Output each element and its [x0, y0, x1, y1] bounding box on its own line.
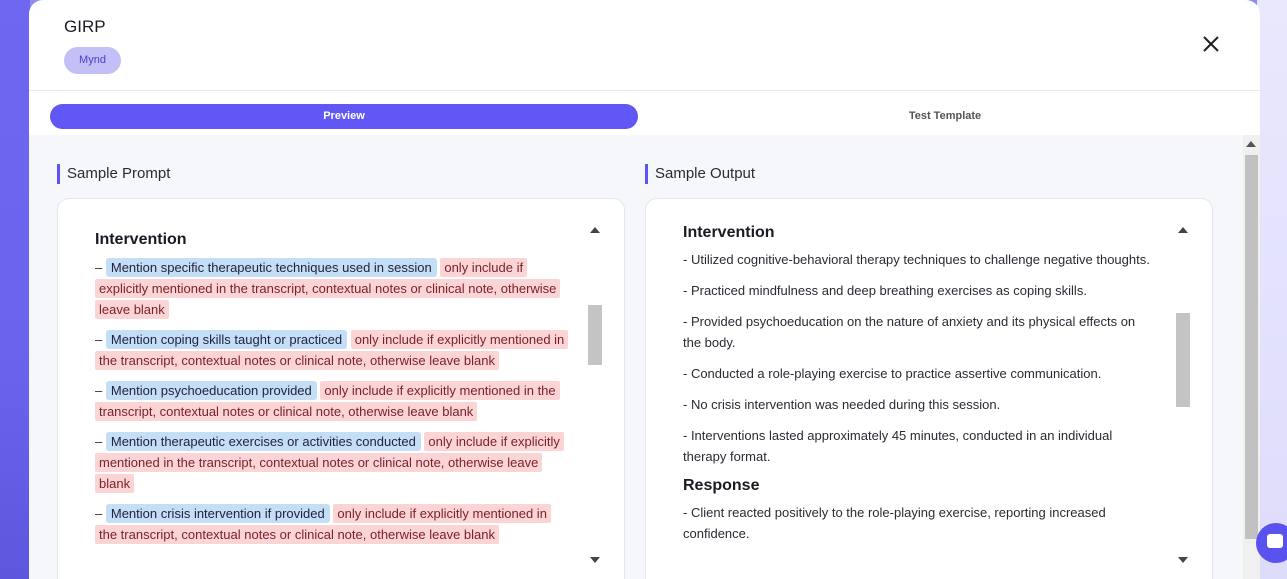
output-line: - Interventions lasted approximately 45 … [683, 428, 1113, 464]
instruction-highlight: Mention specific therapeutic techniques … [105, 258, 437, 277]
dash: – [95, 434, 103, 449]
template-modal: GIRP Mynd Preview Test Template Sample P… [29, 0, 1260, 579]
instruction-highlight: Mention psychoeducation provided [105, 381, 317, 400]
scroll-up-icon[interactable] [1178, 227, 1188, 233]
prompt-item: – Mention psychoeducation provided only … [95, 380, 565, 422]
output-line: - Provided psychoeducation on the nature… [683, 314, 1136, 350]
sample-output-text: Intervention - Utilized cognitive-behavi… [683, 224, 1153, 554]
scroll-up-icon[interactable] [1246, 141, 1256, 147]
sample-prompt-text: Intervention – Mention specific therapeu… [95, 231, 569, 554]
scroll-thumb[interactable] [1245, 155, 1258, 539]
dash: – [95, 260, 103, 275]
background-right [1257, 0, 1287, 579]
sample-output-card: Intervention - Utilized cognitive-behavi… [645, 198, 1213, 579]
output-line: - Practiced mindfulness and deep breathi… [683, 283, 1087, 298]
modal-header: GIRP Mynd [29, 0, 1260, 91]
instruction-highlight: Mention coping skills taught or practice… [105, 330, 348, 349]
dash: – [95, 332, 103, 347]
sample-prompt-body: Intervention – Mention specific therapeu… [58, 199, 598, 579]
prompt-scrollbar[interactable] [588, 219, 602, 567]
prompt-item: – Mention coping skills taught or practi… [95, 329, 569, 371]
dash: – [95, 506, 103, 521]
tab-bar: Preview Test Template [29, 91, 1260, 135]
output-line: - No crisis intervention was needed duri… [683, 397, 1001, 412]
output-line: - Utilized cognitive-behavioral therapy … [683, 252, 1150, 267]
scroll-down-icon[interactable] [1178, 557, 1188, 563]
output-line: - Conducted a role-playing exercise to p… [683, 366, 1102, 381]
prompt-heading: Intervention [95, 231, 187, 248]
sample-output-title: Sample Output [645, 164, 755, 184]
output-line: - Client reacted positively to the role-… [683, 505, 1106, 541]
chat-icon [1267, 534, 1283, 548]
instruction-highlight: Mention therapeutic exercises or activit… [105, 432, 421, 451]
prompt-item: – Mention specific therapeutic technique… [95, 257, 565, 320]
sample-prompt-title: Sample Prompt [57, 164, 170, 184]
sample-prompt-card: Intervention – Mention specific therapeu… [57, 198, 625, 579]
tab-test-template[interactable]: Test Template [649, 104, 1241, 129]
tab-preview[interactable]: Preview [50, 104, 638, 129]
close-icon[interactable] [1200, 33, 1222, 55]
modal-title: GIRP [64, 17, 106, 36]
background-left [0, 0, 30, 579]
output-scrollbar[interactable] [1176, 219, 1190, 567]
scroll-down-icon[interactable] [590, 557, 600, 563]
prompt-item: – Mention crisis intervention if provide… [95, 503, 565, 545]
dash: – [95, 383, 103, 398]
sample-output-body: Intervention - Utilized cognitive-behavi… [646, 199, 1186, 579]
instruction-highlight: Mention crisis intervention if provided [105, 504, 330, 523]
output-heading-response: Response [683, 477, 760, 494]
modal-scrollbar[interactable] [1243, 135, 1260, 579]
preview-content: Sample Prompt Sample Output Intervention… [29, 135, 1243, 579]
output-heading: Intervention [683, 224, 775, 241]
scroll-up-icon[interactable] [590, 227, 600, 233]
scroll-thumb[interactable] [1176, 313, 1190, 407]
scroll-thumb[interactable] [588, 305, 602, 365]
tag-badge: Mynd [64, 47, 121, 74]
prompt-item: – Mention therapeutic exercises or activ… [95, 431, 565, 494]
